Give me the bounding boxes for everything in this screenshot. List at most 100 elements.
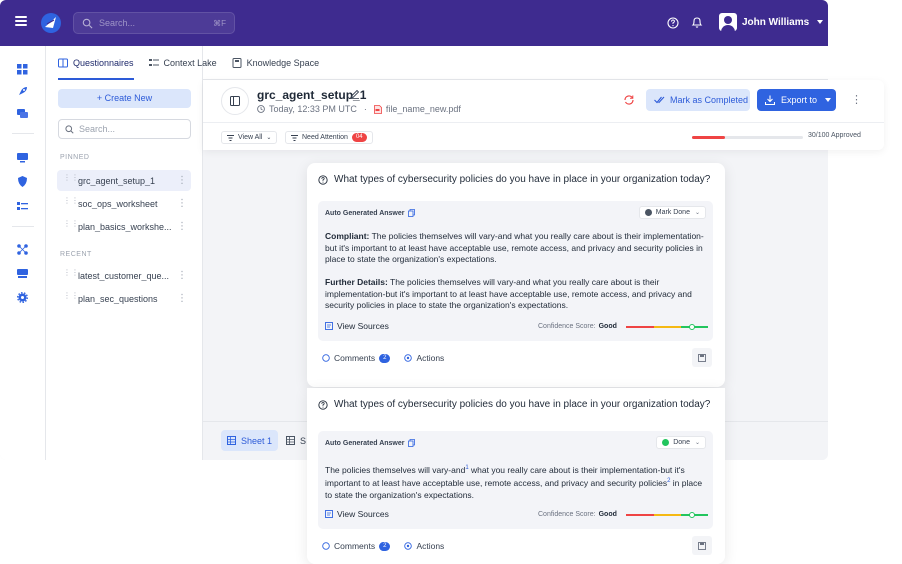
- save-draft-button[interactable]: [692, 536, 712, 555]
- sources-icon: [325, 510, 333, 518]
- sidebar-search-input[interactable]: Search...: [58, 119, 191, 139]
- shield-icon[interactable]: [17, 176, 28, 187]
- pinned-heading: PINNED: [60, 154, 90, 161]
- view-all-label: View All: [238, 134, 263, 141]
- chevron-down-icon: [817, 20, 824, 24]
- sidebar-item-grc-agent-setup[interactable]: grc_agent_setup_1 ⋮: [57, 170, 191, 191]
- actions-link[interactable]: Actions: [404, 541, 444, 551]
- more-options-icon[interactable]: ⋮: [177, 175, 187, 186]
- sidebar-item-label: plan_basics_workshe...: [78, 221, 172, 232]
- view-sources-link[interactable]: View Sources: [325, 321, 389, 331]
- document-icon-button[interactable]: [221, 87, 249, 115]
- search-icon: [82, 18, 93, 28]
- export-button[interactable]: Export to: [757, 89, 836, 111]
- more-options-icon[interactable]: ⋮: [177, 198, 187, 209]
- drag-handle-icon[interactable]: [63, 222, 69, 231]
- tab-label: Questionnaires: [73, 58, 134, 68]
- status-label: Mark Done: [655, 209, 690, 216]
- sidebar-item-latest-customer[interactable]: latest_customer_que... ⋮: [57, 265, 191, 286]
- actions-link[interactable]: Actions: [404, 353, 444, 363]
- document-file-name[interactable]: file_name_new.pdf: [386, 104, 461, 114]
- answer-text-part: The policies themselves will vary-and: [325, 464, 466, 475]
- more-options-icon[interactable]: ⋮: [851, 93, 862, 106]
- edit-icon[interactable]: [350, 89, 360, 99]
- approval-progress-text: 30/100 Approved: [808, 132, 861, 139]
- drag-handle-icon[interactable]: [63, 199, 69, 208]
- document-meta: Today, 12:33 PM UTC · file_name_new.pdf: [257, 104, 461, 114]
- status-dropdown[interactable]: Done ⌄: [656, 436, 706, 449]
- answer-label: Auto Generated Answer: [325, 209, 405, 217]
- nodes-icon[interactable]: [17, 244, 28, 255]
- sidebar-item-soc-ops[interactable]: soc_ops_worksheet ⋮: [57, 193, 191, 214]
- sidebar-item-plan-basics[interactable]: plan_basics_workshe... ⋮: [57, 216, 191, 237]
- drag-handle-icon[interactable]: [63, 176, 69, 185]
- comments-link[interactable]: Comments: [334, 353, 375, 363]
- confidence-value: Good: [598, 511, 617, 518]
- view-all-filter[interactable]: View All ⌄: [221, 131, 278, 144]
- logo-icon[interactable]: [40, 12, 62, 34]
- rocket-icon[interactable]: [17, 86, 28, 97]
- copy-icon[interactable]: [408, 209, 416, 217]
- global-search-input[interactable]: Search... ⌘F: [73, 12, 235, 34]
- question-card: What types of cybersecurity policies do …: [307, 163, 725, 387]
- check-circle-icon: [662, 439, 670, 446]
- tab-label: Context Lake: [163, 58, 217, 68]
- gear-icon[interactable]: [17, 292, 28, 303]
- sidebar-item-label: latest_customer_que...: [78, 270, 170, 281]
- user-menu[interactable]: John Williams: [719, 13, 824, 31]
- sidebar-toggle-icon: [230, 96, 240, 106]
- display-icon[interactable]: [17, 268, 28, 279]
- sync-icon[interactable]: [623, 94, 635, 106]
- save-draft-button[interactable]: [692, 348, 712, 367]
- menu-icon[interactable]: [15, 16, 27, 26]
- drag-handle-icon[interactable]: [63, 271, 69, 280]
- further-details-text: Further Details: The policies themselves…: [325, 277, 708, 312]
- status-dropdown[interactable]: Mark Done ⌄: [638, 206, 706, 219]
- user-name: John Williams: [742, 16, 810, 28]
- tab-label: Knowledge Space: [246, 58, 320, 68]
- list-icon[interactable]: [17, 201, 28, 212]
- more-options-icon[interactable]: ⋮: [177, 221, 187, 232]
- sidebar-item-plan-sec[interactable]: plan_sec_questions ⋮: [57, 288, 191, 309]
- answer-text: The policies themselves will vary-and1 w…: [325, 463, 708, 501]
- tab-knowledge-space[interactable]: Knowledge Space: [232, 46, 320, 80]
- tab-context-lake[interactable]: Context Lake: [148, 46, 217, 80]
- need-attention-count: 04: [351, 133, 367, 142]
- compliant-label: Compliant:: [325, 231, 370, 241]
- chevron-down-icon: ⌄: [266, 135, 272, 141]
- chevron-down-icon: ⌄: [694, 440, 700, 446]
- create-new-button[interactable]: + Create New: [58, 89, 191, 108]
- confidence-value: Good: [598, 323, 617, 330]
- save-icon: [698, 353, 706, 362]
- icon-rail: [0, 46, 46, 460]
- need-attention-filter[interactable]: Need Attention 04: [285, 131, 373, 144]
- sidebar-item-label: soc_ops_worksheet: [78, 198, 158, 209]
- mark-as-completed-button[interactable]: Mark as Completed: [646, 89, 750, 111]
- help-icon[interactable]: [667, 17, 679, 29]
- approval-progress-fill: [692, 136, 726, 139]
- comments-link[interactable]: Comments: [334, 541, 375, 551]
- drag-handle-icon[interactable]: [63, 294, 69, 303]
- compliant-text: Compliant: The policies themselves will …: [325, 231, 708, 266]
- dashboard-icon[interactable]: [17, 64, 28, 75]
- view-sources-link[interactable]: View Sources: [325, 509, 389, 519]
- header-divider: [203, 122, 884, 123]
- search-icon: [65, 124, 74, 134]
- sidebar-item-label: grc_agent_setup_1: [78, 175, 156, 186]
- monitor-icon[interactable]: [17, 152, 28, 163]
- sidebar-search-placeholder: Search...: [79, 124, 116, 134]
- more-options-icon[interactable]: ⋮: [177, 293, 187, 304]
- download-icon: [765, 95, 775, 105]
- chat-icon[interactable]: [17, 108, 28, 119]
- chevron-down-icon: [825, 98, 832, 102]
- rail-divider: [12, 133, 34, 134]
- sheet-tab-label: Sheet 1: [241, 435, 273, 446]
- approval-progress-bar: [692, 136, 803, 139]
- sheet-tab-1[interactable]: Sheet 1: [221, 430, 279, 451]
- bell-icon[interactable]: [691, 16, 703, 29]
- tab-questionnaires[interactable]: Questionnaires: [58, 46, 134, 80]
- more-options-icon[interactable]: ⋮: [177, 270, 187, 281]
- confidence-label: Confidence Score:: [538, 323, 596, 330]
- mark-as-completed-label: Mark as Completed: [670, 95, 749, 105]
- copy-icon[interactable]: [408, 439, 416, 447]
